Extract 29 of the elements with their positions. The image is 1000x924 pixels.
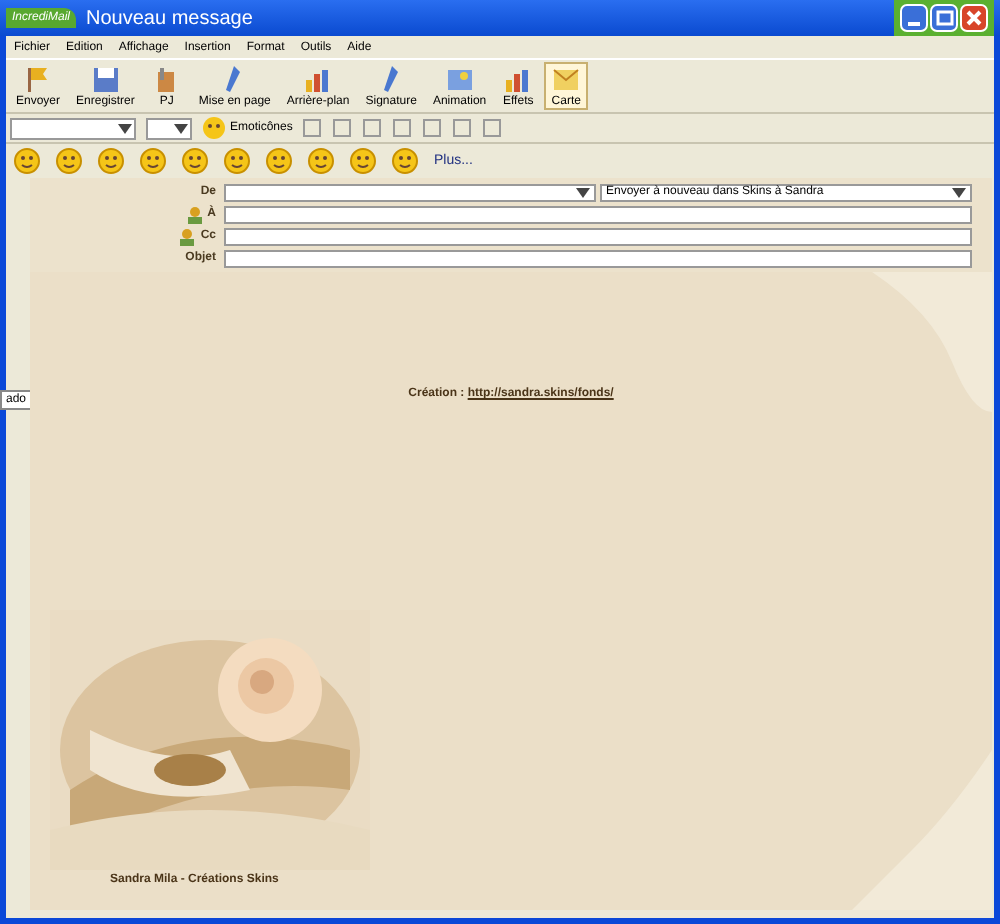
- size-dropdown[interactable]: [146, 117, 192, 139]
- smiley-icon: [202, 116, 226, 140]
- caret-icon: [576, 187, 590, 197]
- smiley-icon[interactable]: [98, 148, 124, 174]
- smiley-icon[interactable]: [182, 148, 208, 174]
- close-button[interactable]: [960, 4, 988, 32]
- maximize-button[interactable]: [930, 4, 958, 32]
- caret-icon: [118, 123, 132, 133]
- smiley-icon[interactable]: [14, 148, 40, 174]
- smiley-icon[interactable]: [350, 148, 376, 174]
- input-field[interactable]: [224, 205, 972, 223]
- envelope-icon: [550, 64, 583, 96]
- input-field[interactable]: [224, 249, 972, 267]
- smiley-icon[interactable]: [392, 148, 418, 174]
- caret-icon: [174, 123, 188, 133]
- font-dropdown[interactable]: [10, 117, 136, 139]
- contact-icon: [178, 227, 197, 245]
- sender-dropdown[interactable]: [224, 183, 596, 201]
- smiley-icon[interactable]: [140, 148, 166, 174]
- caret-icon: [952, 187, 966, 197]
- smiley-icon[interactable]: [56, 148, 82, 174]
- input-field[interactable]: [224, 227, 972, 245]
- minimize-button[interactable]: [900, 4, 928, 32]
- image-icon: [443, 64, 476, 96]
- smiley-icon[interactable]: [308, 148, 334, 174]
- contact-icon: [185, 205, 204, 223]
- smiley-icon[interactable]: [224, 148, 250, 174]
- window-title: Nouveau message: [86, 7, 253, 29]
- smiley-icon[interactable]: [266, 148, 292, 174]
